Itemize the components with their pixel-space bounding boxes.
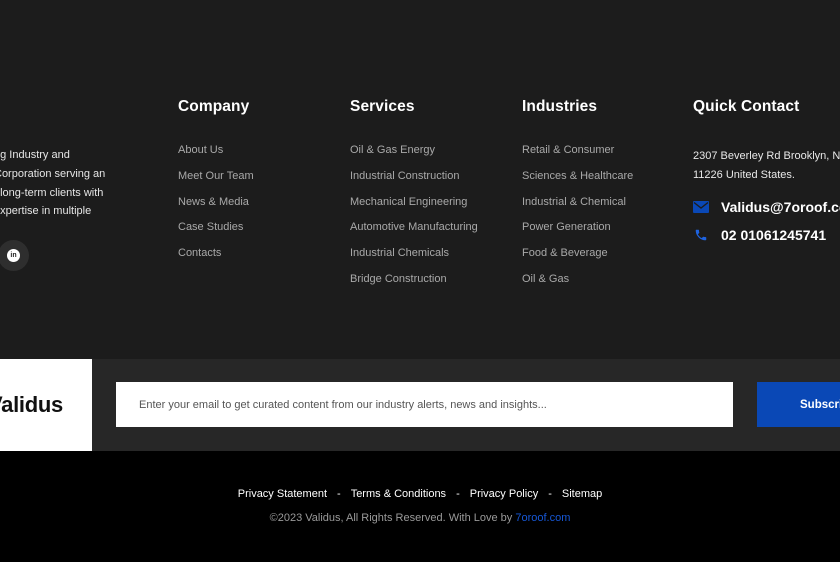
company-link-contacts[interactable]: Contacts [178, 246, 254, 272]
services-link[interactable]: Oil & Gas Energy [350, 143, 478, 169]
subscribe-button[interactable]: Subscri [757, 382, 840, 427]
newsletter-bar: Validus Subscri [0, 359, 840, 451]
terms-conditions-link[interactable]: Terms & Conditions [351, 488, 446, 500]
company-link-about-us[interactable]: About Us [178, 143, 254, 169]
about-line: expertise in multiple [0, 205, 92, 218]
industries-link[interactable]: Food & Beverage [522, 246, 633, 272]
separator: - [548, 488, 552, 500]
address-line-2: 11226 United States. [693, 168, 795, 181]
industries-title: Industries [522, 98, 598, 115]
brand-logo-box[interactable]: Validus [0, 359, 92, 451]
linkedin-icon: in [7, 249, 20, 262]
contact-title: Quick Contact [693, 98, 800, 115]
industries-link[interactable]: Industrial & Chemical [522, 195, 633, 221]
industries-link[interactable]: Sciences & Healthcare [522, 169, 633, 195]
services-link[interactable]: Industrial Construction [350, 169, 478, 195]
about-text: ng Industry and Corporation serving an f… [0, 146, 124, 221]
sitemap-link[interactable]: Sitemap [562, 488, 602, 500]
company-link-case-studies[interactable]: Case Studies [178, 220, 254, 246]
industries-column: Industries Retail & Consumer Sciences & … [522, 97, 633, 298]
privacy-policy-link[interactable]: Privacy Policy [470, 488, 538, 500]
industries-link[interactable]: Retail & Consumer [522, 143, 633, 169]
legal-links: Privacy Statement - Terms & Conditions - Pri… [0, 488, 840, 500]
contact-address: 2307 Beverley Rd Brooklyn, Ne 11226 Unit… [693, 147, 840, 184]
company-title: Company [178, 98, 250, 115]
contact-email-row[interactable]: Validus@7oroof.co [693, 199, 840, 215]
copyright-text: ©2023 Validus, All Rights Reserved. With… [269, 512, 516, 524]
envelope-icon [693, 199, 709, 215]
about-line: ng Industry and [0, 149, 70, 161]
company-link-meet-our-team[interactable]: Meet Our Team [178, 169, 254, 195]
contact-email[interactable]: Validus@7oroof.co [721, 199, 840, 215]
linkedin-button[interactable]: in [0, 240, 29, 271]
contact-phone-row[interactable]: 02 01061245741 [693, 227, 826, 243]
about-line: Corporation serving an [0, 167, 106, 180]
services-links: Oil & Gas Energy Industrial Construction… [350, 143, 478, 298]
author-link[interactable]: 7oroof.com [515, 512, 570, 524]
privacy-statement-link[interactable]: Privacy Statement [238, 488, 327, 500]
separator: - [456, 488, 460, 500]
company-link-news-media[interactable]: News & Media [178, 195, 254, 221]
newsletter-email-input[interactable] [116, 382, 733, 427]
services-link[interactable]: Bridge Construction [350, 272, 478, 298]
company-column: Company About Us Meet Our Team News & Me… [178, 97, 254, 272]
services-link[interactable]: Industrial Chemicals [350, 246, 478, 272]
contact-phone[interactable]: 02 01061245741 [721, 227, 826, 243]
company-links: About Us Meet Our Team News & Media Case… [178, 143, 254, 272]
industries-link[interactable]: Oil & Gas [522, 272, 633, 298]
industries-links: Retail & Consumer Sciences & Healthcare … [522, 143, 633, 298]
phone-icon [693, 227, 709, 243]
address-line-1: 2307 Beverley Rd Brooklyn, Ne [693, 150, 840, 162]
brand-logo: Validus [0, 392, 63, 417]
services-column: Services Oil & Gas Energy Industrial Con… [350, 97, 478, 298]
footer-top: ng Industry and Corporation serving an f… [0, 0, 840, 359]
copyright: ©2023 Validus, All Rights Reserved. With… [0, 512, 840, 524]
services-title: Services [350, 98, 415, 115]
services-link[interactable]: Mechanical Engineering [350, 195, 478, 221]
contact-column: Quick Contact [693, 97, 799, 117]
industries-link[interactable]: Power Generation [522, 220, 633, 246]
about-line: f long-term clients with [0, 186, 104, 199]
services-link[interactable]: Automotive Manufacturing [350, 220, 478, 246]
separator: - [337, 488, 341, 500]
